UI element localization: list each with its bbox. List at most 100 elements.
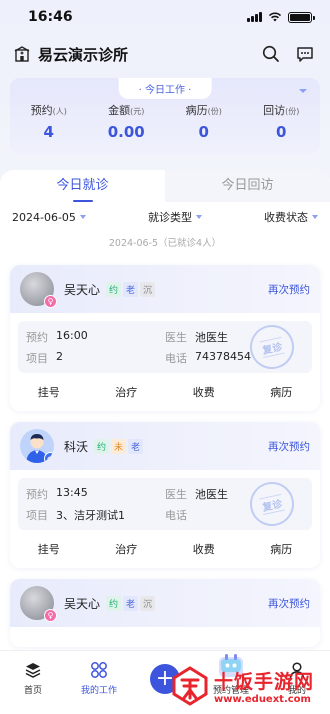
patient-name[interactable]: 吴天心 (64, 281, 100, 298)
dropdown-triangle-icon (79, 215, 86, 219)
tag-returning: 老 (128, 438, 144, 454)
dropdown-triangle-icon (195, 215, 202, 219)
chat-bubble-icon (297, 47, 313, 62)
treatment-item: 3、洁牙测试1 (56, 508, 125, 522)
stat-label: 金额 (108, 104, 131, 117)
nav-label: 我的工作 (80, 686, 117, 696)
grid-icon (91, 662, 107, 678)
watermark-title: 十饭手游网 (214, 671, 315, 693)
tag-returning: 老 (123, 595, 139, 611)
card-header: ♀ 吴天心 约 老 沉 再次预约 (10, 579, 320, 627)
summary-tag: · 今日工作 · (118, 78, 212, 99)
stat-unit: (份) (207, 107, 222, 116)
phone-number: 74378454 (195, 349, 251, 363)
stat-label: 回访 (263, 104, 286, 117)
app-screen: 16:46 易云演示诊所 · 今日工作 · 预约(人) 4 金额(元) 0.00… (0, 0, 330, 714)
appointment-card[interactable]: ♀ 吴天心 约 老 沉 再次预约 (10, 579, 320, 647)
charge-status-filter[interactable]: 收费状态 (264, 209, 318, 225)
appointment-info: 预约 13:45 医生 池医生 项目 3、洁牙测试1 电话 复诊 (18, 477, 312, 531)
treatment-button[interactable]: 治疗 (88, 384, 166, 400)
register-button[interactable]: 挂号 (10, 541, 88, 557)
nav-my-work[interactable]: 我的工作 (66, 651, 132, 714)
tag-unvisited: 未 (111, 438, 127, 454)
chevron-down-icon[interactable] (298, 86, 308, 96)
card-header: ♂ 科沃 约 未 老 再次预约 (10, 422, 320, 470)
status-icons (247, 11, 315, 23)
card-header: ♀ 吴天心 约 老 沉 再次预约 (10, 265, 320, 313)
visit-type-filter[interactable]: 就诊类型 (148, 209, 202, 225)
tag-returning: 老 (123, 281, 139, 297)
stat-unit: (份) (285, 107, 300, 116)
nav-home[interactable]: 首页 (0, 651, 66, 714)
filter-bar: 2024-06-05 就诊类型 收费状态 (0, 202, 330, 232)
field-label: 项目 (26, 508, 48, 522)
tab-bar: 今日就诊 今日回访 (0, 170, 330, 202)
main-panel: 今日就诊 今日回访 2024-06-05 就诊类型 收费状态 2024-06-5… (0, 170, 330, 650)
appointment-card[interactable]: ♂ 科沃 约 未 老 再次预约 预约 13:45 医生 池医生 项目 3、洁牙测试1 (10, 422, 320, 568)
rebook-button[interactable]: 再次预约 (268, 596, 310, 611)
stat-unit: (人) (52, 107, 67, 116)
field-label: 预约 (26, 330, 48, 344)
tab-today-visits[interactable]: 今日就诊 (0, 170, 165, 202)
treatment-item: 2 (56, 349, 63, 363)
appointment-card[interactable]: ♀ 吴天心 约 老 沉 再次预约 预约 16:00 医生 池医生 项目 2 电话 743 (10, 265, 320, 411)
search-button[interactable] (260, 43, 282, 65)
tag-dormant: 沉 (140, 281, 156, 297)
search-icon (262, 45, 279, 62)
field-label: 项目 (26, 351, 48, 365)
watermark: 十饭手游网 www.eduext.com (170, 662, 328, 710)
today-work-summary: · 今日工作 · 预约(人) 4 金额(元) 0.00 病历(份) 0 回访(份… (10, 78, 320, 154)
stat-records[interactable]: 病历(份) 0 (165, 102, 243, 141)
register-button[interactable]: 挂号 (10, 384, 88, 400)
date-summary: 2024-06-5（已就诊4人） (108, 238, 222, 249)
messages-button[interactable] (294, 43, 316, 65)
stat-value: 0 (198, 123, 209, 141)
field-label: 电话 (165, 508, 187, 522)
stat-amount[interactable]: 金额(元) 0.00 (88, 102, 166, 141)
nav-label: 首页 (23, 686, 42, 696)
charge-button[interactable]: 收费 (165, 541, 243, 557)
stat-value: 4 (43, 123, 54, 141)
female-icon: ♀ (44, 295, 57, 308)
avatar[interactable]: ♂ (20, 429, 54, 463)
avatar[interactable]: ♀ (20, 272, 57, 308)
stat-label: 病历 (185, 104, 208, 117)
stat-unit: (元) (130, 107, 145, 116)
status-time: 16:46 (28, 9, 73, 25)
doctor-name: 池医生 (195, 487, 228, 501)
avatar[interactable]: ♀ (20, 586, 57, 622)
status-bar: 16:46 (0, 0, 330, 34)
medical-record-button[interactable]: 病历 (243, 384, 321, 400)
charge-button[interactable]: 收费 (165, 384, 243, 400)
female-icon: ♀ (44, 609, 57, 622)
appointment-time: 13:45 (56, 485, 88, 499)
male-icon: ♂ (44, 452, 54, 463)
medical-record-button[interactable]: 病历 (243, 541, 321, 557)
field-label: 医生 (165, 487, 187, 501)
visit-type-filter-label: 就诊类型 (147, 211, 192, 224)
stat-appointments[interactable]: 预约(人) 4 (10, 102, 88, 141)
treatment-button[interactable]: 治疗 (88, 541, 166, 557)
charge-status-filter-label: 收费状态 (264, 211, 308, 224)
stat-value: 0 (276, 123, 287, 141)
rebook-button[interactable]: 再次预约 (268, 439, 310, 454)
wifi-icon (268, 12, 282, 22)
patient-name[interactable]: 科沃 (64, 438, 88, 455)
card-actions: 挂号 治疗 收费 病历 (10, 373, 320, 411)
appointment-time: 16:00 (56, 328, 88, 342)
rebook-button[interactable]: 再次预约 (268, 282, 310, 297)
field-label: 医生 (165, 330, 187, 344)
appointment-info: 预约 16:00 医生 池医生 项目 2 电话 74378454 复诊 (18, 320, 312, 374)
clinic-name: 易云演示诊所 (38, 45, 129, 64)
stat-followups[interactable]: 回访(份) 0 (243, 102, 321, 141)
signal-icon (247, 12, 262, 22)
tab-today-followups[interactable]: 今日回访 (165, 170, 330, 202)
tag-appointment: 约 (94, 438, 110, 454)
date-filter[interactable]: 2024-06-05 (12, 211, 86, 224)
layers-icon (25, 663, 41, 678)
date-filter-label: 2024-06-05 (12, 210, 76, 224)
summary-stats: 预约(人) 4 金额(元) 0.00 病历(份) 0 回访(份) 0 (10, 102, 320, 141)
patient-name[interactable]: 吴天心 (64, 595, 100, 612)
watermark-logo (172, 666, 208, 706)
doctor-name: 池医生 (195, 330, 228, 344)
